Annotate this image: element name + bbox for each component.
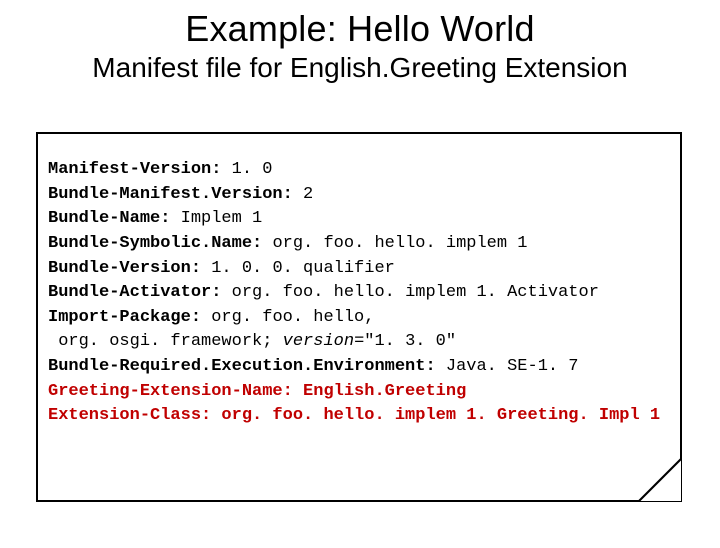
val-bundle-name: Implem 1 — [170, 209, 262, 228]
val-manifest-version: 1. 0 — [221, 160, 272, 179]
key-bundle-manifest-version: Bundle-Manifest.Version: — [48, 185, 293, 204]
val-bundle-manifest-version: 2 — [293, 185, 313, 204]
val-bundle-version: 1. 0. 0. qualifier — [201, 259, 395, 278]
line-extension-class: Extension-Class: org. foo. hello. implem… — [48, 406, 660, 425]
manifest-code-box: Manifest-Version: 1. 0 Bundle-Manifest.V… — [36, 132, 682, 502]
val-bundle-symbolic-name: org. foo. hello. implem 1 — [262, 234, 527, 253]
val-bundle-activator: org. foo. hello. implem 1. Activator — [221, 283, 598, 302]
key-bundle-symbolic-name: Bundle-Symbolic.Name: — [48, 234, 262, 253]
page-curl-icon — [638, 458, 682, 502]
key-bundle-name: Bundle-Name: — [48, 209, 170, 228]
val-import-package: org. foo. hello, — [201, 308, 374, 327]
key-bundle-version: Bundle-Version: — [48, 259, 201, 278]
val-bundle-required-exec-env: Java. SE-1. 7 — [436, 357, 579, 376]
line-greeting-extension-name: Greeting-Extension-Name: English.Greetin… — [48, 382, 466, 401]
slide-subtitle: Manifest file for English.Greeting Exten… — [0, 52, 720, 84]
val-import-package-line2a: org. osgi. framework; — [48, 332, 283, 351]
val-import-package-version-keyword: version — [283, 332, 354, 351]
key-manifest-version: Manifest-Version: — [48, 160, 221, 179]
key-bundle-activator: Bundle-Activator: — [48, 283, 221, 302]
val-import-package-line2b: ="1. 3. 0" — [354, 332, 456, 351]
key-bundle-required-exec-env: Bundle-Required.Execution.Environment: — [48, 357, 436, 376]
slide: Example: Hello World Manifest file for E… — [0, 8, 720, 548]
key-import-package: Import-Package: — [48, 308, 201, 327]
manifest-code: Manifest-Version: 1. 0 Bundle-Manifest.V… — [38, 134, 680, 439]
slide-title: Example: Hello World — [0, 8, 720, 50]
